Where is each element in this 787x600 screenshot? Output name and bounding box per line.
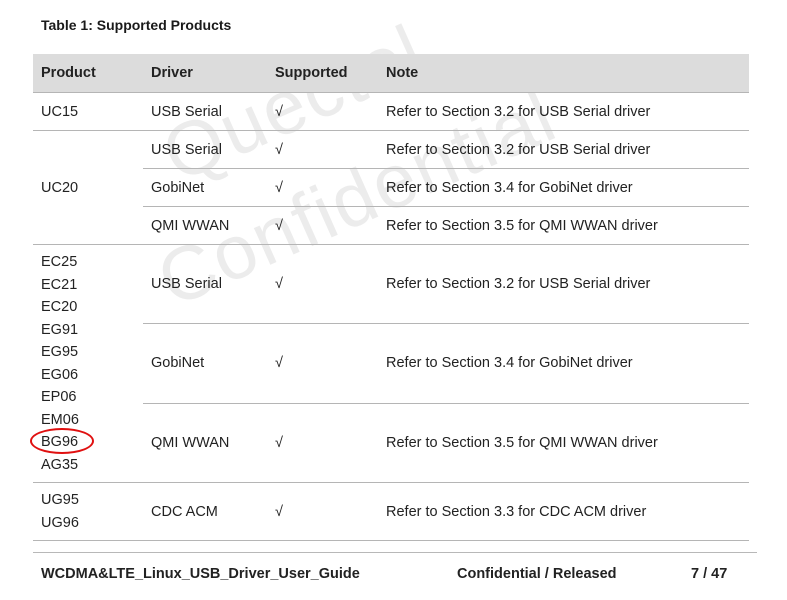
- supported-check: √: [267, 92, 378, 131]
- table-row: UG95 UG96 CDC ACM √ Refer to Section 3.3…: [33, 482, 749, 541]
- supported-check: √: [267, 403, 378, 484]
- product-list-cell: UG95 UG96: [33, 482, 143, 541]
- supported-check: √: [267, 482, 378, 541]
- supported-check: √: [267, 323, 378, 404]
- footer-divider: [33, 552, 757, 553]
- product-cell: UC15: [33, 92, 143, 131]
- note-cell: Refer to Section 3.2 for USB Serial driv…: [378, 130, 749, 169]
- header-supported: Supported: [267, 54, 378, 93]
- product-name: UG95: [41, 492, 79, 508]
- product-cell: UC20: [33, 130, 143, 245]
- header-driver: Driver: [143, 54, 267, 93]
- table-row: EC25 EC21 EC20 EG91 EG95 EG06 EP06 EM06 …: [29, 244, 749, 483]
- product-name: UG96: [41, 514, 79, 531]
- product-name-circled: BG96: [29, 428, 95, 454]
- supported-check: √: [267, 168, 378, 207]
- driver-cell: CDC ACM: [143, 482, 267, 541]
- product-name: EC25: [41, 254, 78, 270]
- driver-cell: QMI WWAN: [143, 403, 267, 484]
- driver-cell: USB Serial: [143, 92, 267, 131]
- product-list-cell: EC25 EC21 EC20 EG91 EG95 EG06 EP06 EM06 …: [29, 244, 143, 483]
- note-cell: Refer to Section 3.2 for USB Serial driv…: [378, 244, 749, 325]
- header-note: Note: [378, 54, 749, 93]
- table-row: UC20 USB Serial √ Refer to Section 3.2 f…: [33, 130, 749, 245]
- supported-check: √: [267, 244, 378, 325]
- note-cell: Refer to Section 3.5 for QMI WWAN driver: [378, 403, 749, 484]
- driver-cell: USB Serial: [143, 130, 267, 169]
- driver-cell: GobiNet: [143, 168, 267, 207]
- table-row: UC15 USB Serial √ Refer to Section 3.2 f…: [33, 92, 749, 131]
- product-name: EG95: [41, 344, 79, 360]
- driver-cell: GobiNet: [143, 323, 267, 404]
- product-name: EC21: [41, 276, 78, 293]
- note-cell: Refer to Section 3.2 for USB Serial driv…: [378, 92, 749, 131]
- product-name: EG06: [41, 366, 79, 383]
- note-cell: Refer to Section 3.4 for GobiNet driver: [378, 323, 749, 404]
- supported-check: √: [267, 206, 378, 245]
- note-cell: Refer to Section 3.5 for QMI WWAN driver: [378, 206, 749, 245]
- product-name: EG91: [41, 321, 79, 338]
- product-name: UC20: [41, 179, 79, 196]
- table-header-row: Product Driver Supported Note: [33, 54, 749, 93]
- footer-page-number: 7 / 47: [691, 566, 728, 582]
- note-cell: Refer to Section 3.3 for CDC ACM driver: [378, 482, 749, 541]
- product-name: AG35: [41, 456, 79, 473]
- footer-document-name: WCDMA&LTE_Linux_USB_Driver_User_Guide: [41, 566, 360, 582]
- footer-status: Confidential / Released: [457, 566, 617, 582]
- product-name: EP06: [41, 389, 77, 405]
- driver-cell: QMI WWAN: [143, 206, 267, 245]
- note-cell: Refer to Section 3.4 for GobiNet driver: [378, 168, 749, 207]
- header-product: Product: [33, 54, 143, 93]
- product-name: UC15: [41, 103, 79, 120]
- supported-products-table: Product Driver Supported Note UC15 USB S…: [29, 54, 749, 541]
- highlighted-product: BG96: [29, 428, 135, 454]
- driver-cell: USB Serial: [143, 244, 267, 325]
- table-caption: Table 1: Supported Products: [41, 17, 232, 33]
- supported-check: √: [267, 130, 378, 169]
- product-name: EC20: [41, 299, 78, 315]
